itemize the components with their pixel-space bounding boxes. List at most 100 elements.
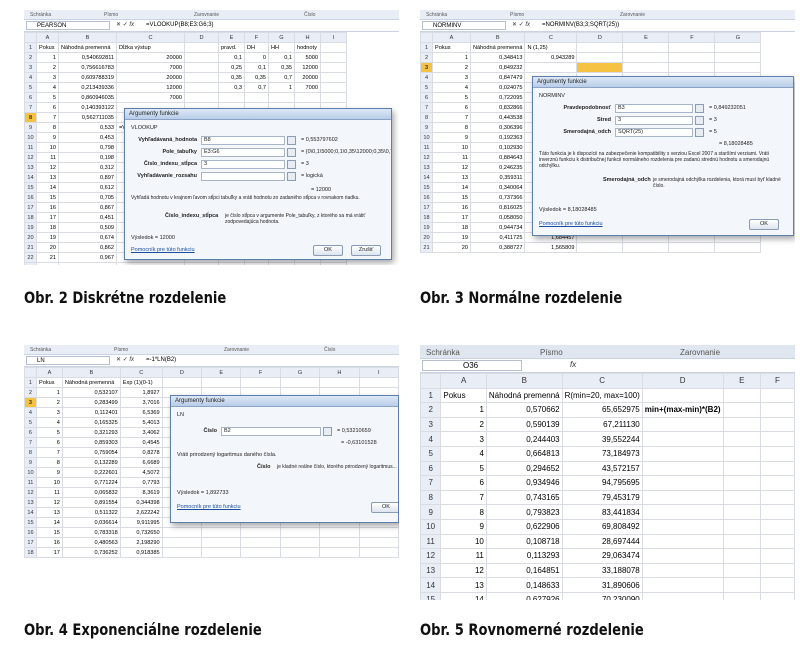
column-header[interactable]: B (58, 32, 117, 43)
cell[interactable]: 0,411725 (469, 232, 526, 243)
cell[interactable]: 0,246235 (469, 162, 526, 173)
cell[interactable]: 0,453 (58, 132, 117, 143)
row-header[interactable]: 5 (24, 417, 37, 428)
cell[interactable] (201, 547, 242, 558)
cell[interactable]: 2 (35, 397, 63, 408)
row-header[interactable]: 6 (24, 427, 37, 438)
cell[interactable] (759, 416, 795, 433)
cell[interactable]: 0,294652 (485, 460, 563, 477)
cell[interactable]: 18 (432, 222, 471, 233)
column-header[interactable]: H (293, 32, 321, 43)
cell[interactable]: 0,798 (58, 142, 117, 153)
row-header[interactable]: 5 (24, 82, 37, 93)
row-header[interactable]: 10 (420, 132, 433, 143)
cell[interactable]: 3 (440, 431, 487, 447)
cell[interactable]: 0,897 (58, 172, 117, 183)
column-header[interactable]: A (440, 373, 487, 389)
cell[interactable] (714, 52, 762, 63)
argument-input[interactable]: B8 (201, 136, 285, 145)
row-header[interactable]: 13 (420, 562, 442, 579)
cell[interactable]: 0,148633 (485, 577, 563, 593)
cell[interactable]: 0,359311 (469, 172, 526, 183)
column-header[interactable]: C (524, 32, 578, 43)
cell[interactable]: 0,664813 (485, 445, 563, 462)
cell[interactable] (576, 242, 624, 253)
row-header[interactable]: 11 (420, 533, 442, 550)
cell[interactable] (319, 377, 360, 388)
cell[interactable]: 14 (432, 182, 471, 193)
row-header[interactable]: 13 (24, 162, 37, 173)
cell[interactable]: 0,722095 (469, 92, 526, 103)
cell[interactable] (201, 527, 242, 538)
cell[interactable]: 0,312 (58, 262, 117, 265)
cell[interactable]: 0,340064 (469, 182, 526, 193)
cell[interactable]: 8 (432, 122, 471, 133)
cell[interactable]: 0,509 (58, 222, 117, 233)
cell[interactable] (641, 591, 724, 600)
cell[interactable]: 20000 (116, 72, 185, 83)
column-header[interactable]: B (61, 367, 121, 378)
row-header[interactable]: 2 (420, 402, 442, 418)
column-header[interactable]: A (432, 32, 471, 43)
row-header[interactable]: 14 (24, 507, 37, 518)
cell[interactable] (722, 518, 761, 535)
cell[interactable] (722, 431, 761, 447)
cell[interactable] (722, 475, 761, 491)
cell[interactable]: 2 (36, 62, 59, 73)
cell[interactable] (319, 62, 347, 73)
cell[interactable]: 79,453179 (561, 489, 643, 506)
cell[interactable]: 1 (440, 402, 487, 418)
cell[interactable]: 13 (36, 172, 59, 183)
cell[interactable] (722, 548, 761, 564)
cell[interactable]: 0,132289 (61, 457, 121, 468)
cell[interactable]: 0,348413 (469, 52, 526, 63)
cell[interactable]: 0,511322 (61, 507, 121, 518)
cell[interactable] (279, 547, 321, 558)
cell[interactable]: DH (243, 42, 269, 53)
cell[interactable]: 6 (432, 102, 471, 113)
column-header[interactable]: E (201, 367, 242, 378)
cell[interactable]: 0,793823 (485, 504, 563, 520)
range-select-icon[interactable] (287, 160, 296, 169)
cell[interactable]: 0,35 (267, 62, 295, 73)
column-header[interactable]: C (116, 32, 185, 43)
ribbon-group-clipboard[interactable]: Schránka (30, 347, 51, 353)
cell[interactable] (641, 504, 724, 520)
row-header[interactable]: 10 (24, 132, 37, 143)
ok-button[interactable]: OK (371, 502, 398, 513)
cell[interactable]: 0,7 (267, 72, 295, 83)
cell[interactable]: 0,321293 (61, 427, 121, 438)
row-header[interactable]: 18 (24, 547, 37, 558)
cell[interactable]: 11 (440, 548, 487, 564)
row-header[interactable]: 17 (420, 202, 433, 213)
column-header[interactable]: E (217, 32, 245, 43)
cell[interactable]: Pokus (432, 42, 471, 53)
cell[interactable]: 5 (432, 92, 471, 103)
ribbon-group-alignment[interactable]: Zarovnanie (620, 12, 645, 18)
row-header[interactable]: 5 (420, 445, 442, 462)
column-header[interactable]: D (641, 373, 724, 389)
help-link[interactable]: Pomocník pre túto funkciu (131, 247, 195, 253)
row-header[interactable]: 6 (420, 460, 442, 477)
cell[interactable]: Exp (1)(0-1) (119, 377, 163, 388)
cell[interactable]: 0,759054 (61, 447, 121, 458)
cell[interactable]: 12 (440, 562, 487, 579)
cell[interactable]: 3 (432, 72, 471, 83)
help-link[interactable]: Pomocník pre túto funkciu (177, 504, 241, 510)
argument-input[interactable]: 3 (201, 160, 285, 169)
cell[interactable] (622, 42, 670, 53)
range-select-icon[interactable] (695, 116, 704, 125)
cell[interactable]: HH (267, 42, 295, 53)
argument-input[interactable]: SQRT(25) (615, 128, 693, 137)
help-link[interactable]: Pomocník pre túto funkciu (539, 221, 603, 227)
cell[interactable]: Pokus (36, 42, 59, 53)
cell[interactable]: 12 (432, 162, 471, 173)
cell[interactable] (641, 562, 724, 579)
cell[interactable]: 0,732650 (119, 527, 163, 538)
cell[interactable]: 0,609788319 (58, 72, 117, 83)
cell[interactable]: 16 (432, 202, 471, 213)
column-header[interactable]: B (469, 32, 526, 43)
ribbon-group-number[interactable]: Číslo (304, 12, 315, 18)
cell[interactable]: Dĺžka výstup (116, 42, 185, 53)
cell[interactable]: 0,867 (58, 202, 117, 213)
